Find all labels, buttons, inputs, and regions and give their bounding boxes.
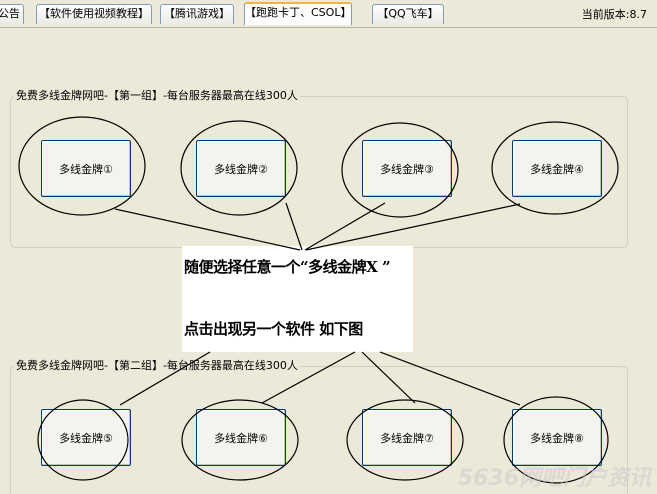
server-button-8[interactable]: 多线金牌⑧ — [512, 409, 602, 466]
server-button-6[interactable]: 多线金牌⑥ — [196, 409, 286, 466]
tab-bar: 公告 【软件使用视频教程】 【腾讯游戏】 【跑跑卡丁、CSOL】 【QQ飞车】 … — [0, 0, 657, 28]
annotation-line-1: 随便选择任意一个“多线金牌X ” — [184, 258, 391, 276]
server-button-3[interactable]: 多线金牌③ — [362, 140, 452, 197]
tab-kartrider-csol[interactable]: 【跑跑卡丁、CSOL】 — [244, 2, 352, 25]
server-button-7[interactable]: 多线金牌⑦ — [362, 409, 452, 466]
annotation-box: 随便选择任意一个“多线金牌X ” 点击出现另一个软件 如下图 — [182, 246, 413, 352]
tab-tencent-games[interactable]: 【腾讯游戏】 — [160, 4, 234, 24]
server-button-2[interactable]: 多线金牌② — [196, 140, 286, 197]
server-button-5[interactable]: 多线金牌⑤ — [41, 409, 131, 466]
tab-announcement[interactable]: 公告 — [0, 4, 24, 24]
group-1-title: 免费多线金牌网吧-【第一组】-每台服务器最高在线300人 — [14, 89, 300, 103]
server-button-1[interactable]: 多线金牌① — [41, 140, 131, 197]
annotation-line-2: 点击出现另一个软件 如下图 — [184, 320, 363, 338]
server-button-4[interactable]: 多线金牌④ — [512, 140, 602, 197]
tab-video-tutorial[interactable]: 【软件使用视频教程】 — [36, 4, 152, 24]
version-label: 当前版本:8.7 — [581, 8, 647, 21]
watermark-logo: 5636网吧门户资讯 — [457, 466, 651, 491]
tab-qq-speed[interactable]: 【QQ飞车】 — [372, 4, 444, 24]
group-2-title: 免费多线金牌网吧-【第二组】-每台服务器最高在线300人 — [14, 359, 300, 373]
